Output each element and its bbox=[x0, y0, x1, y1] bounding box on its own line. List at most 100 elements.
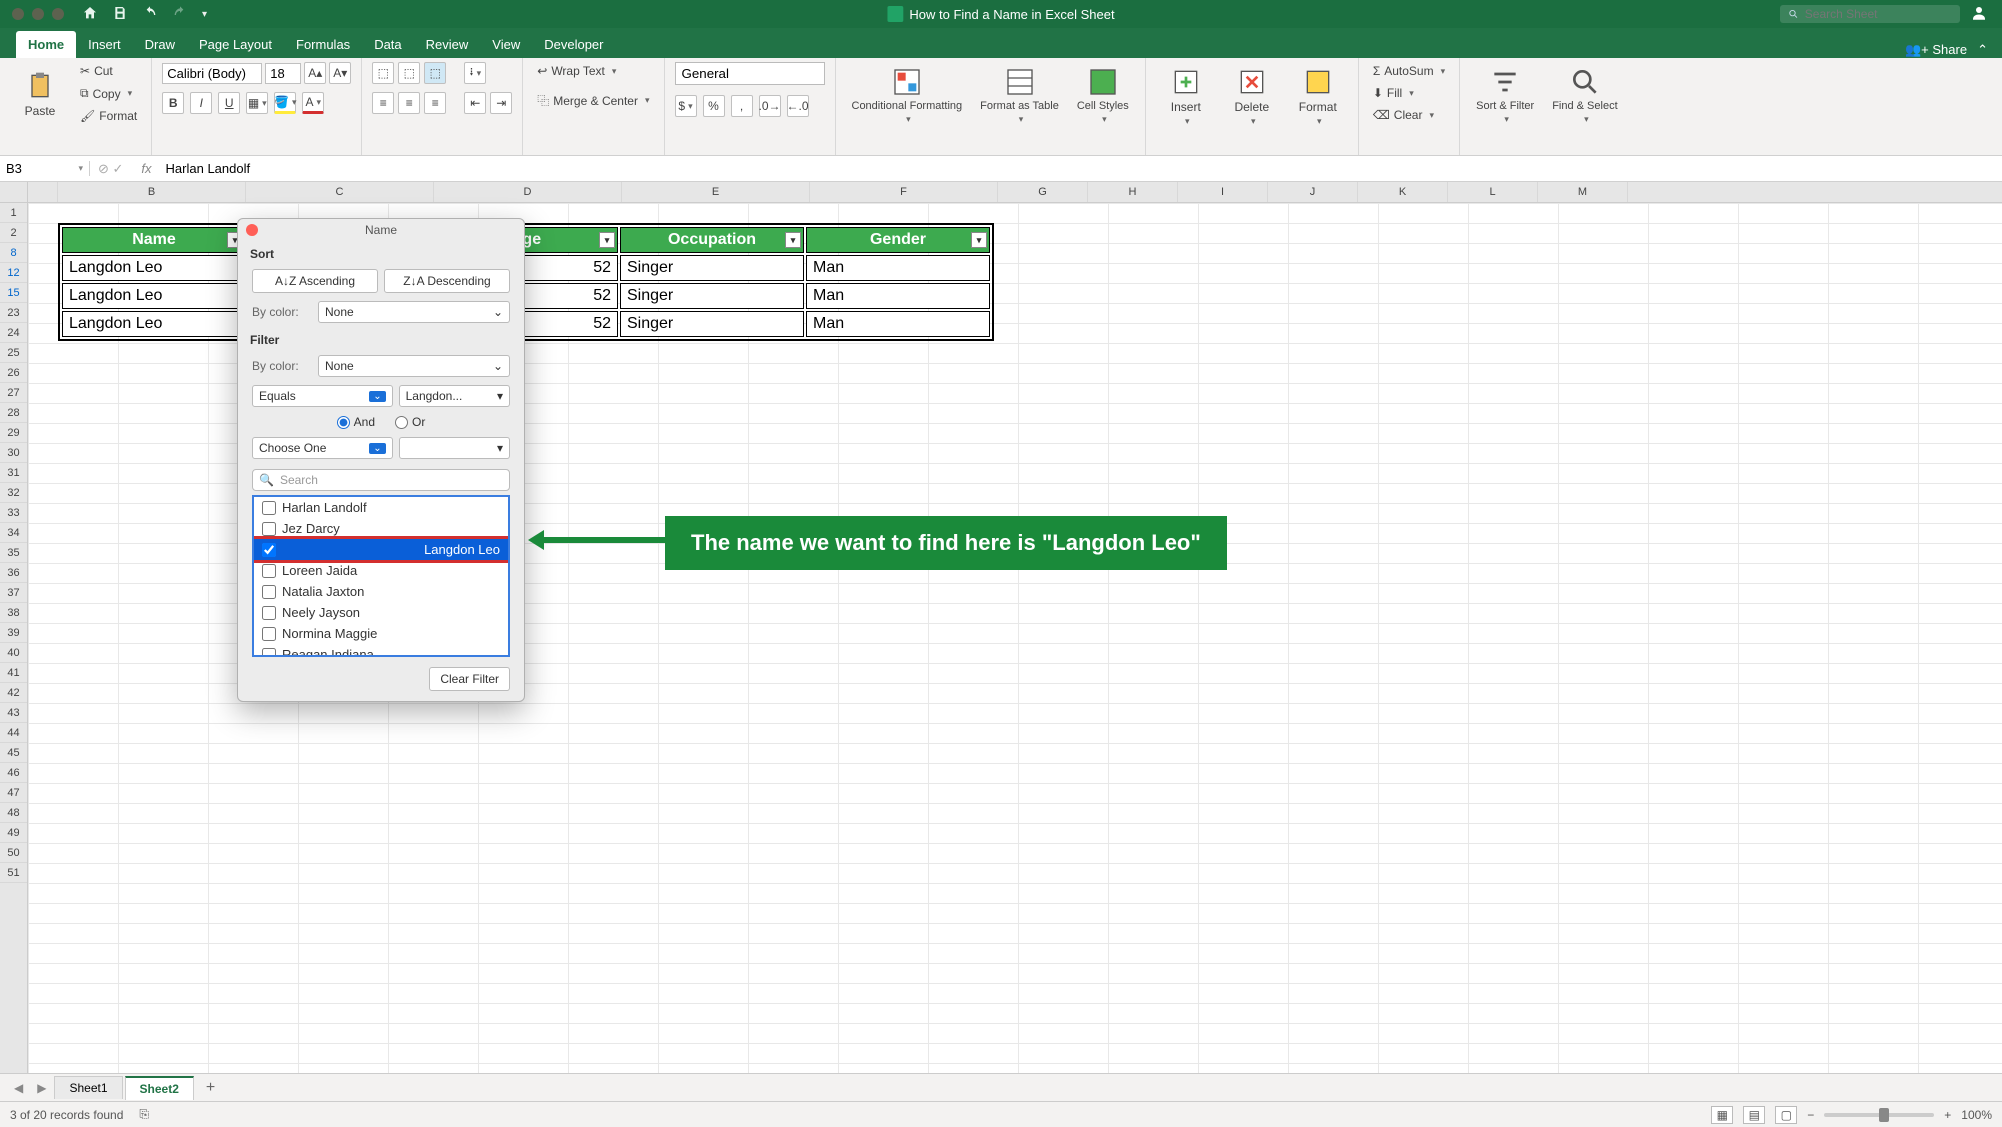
select-all-corner[interactable] bbox=[0, 182, 28, 203]
font-color-button[interactable]: A bbox=[302, 92, 324, 114]
home-icon[interactable] bbox=[82, 5, 98, 24]
filter-item[interactable]: Loreen Jaida bbox=[254, 560, 508, 581]
close-icon[interactable] bbox=[246, 224, 258, 236]
font-size-select[interactable] bbox=[265, 63, 301, 84]
sort-by-color-select[interactable]: None⌄ bbox=[318, 301, 510, 323]
and-radio[interactable]: And bbox=[337, 415, 375, 429]
number-format-select[interactable] bbox=[675, 62, 825, 85]
column-headers[interactable]: BCDEF GHIJKLM bbox=[28, 182, 2002, 203]
align-middle-icon[interactable]: ⬚ bbox=[398, 62, 420, 84]
filter-item[interactable]: Normina Maggie bbox=[254, 623, 508, 644]
tab-draw[interactable]: Draw bbox=[133, 31, 187, 58]
increase-font-icon[interactable]: A▴ bbox=[304, 62, 326, 84]
zoom-out-button[interactable]: − bbox=[1807, 1108, 1814, 1122]
paste-button[interactable]: Paste bbox=[10, 66, 70, 122]
zoom-level[interactable]: 100% bbox=[1961, 1108, 1992, 1122]
border-button[interactable]: ▦ bbox=[246, 92, 268, 114]
filter-item[interactable]: Harlan Landolf bbox=[254, 497, 508, 518]
save-icon[interactable] bbox=[112, 5, 128, 24]
copy-button[interactable]: ⧉Copy bbox=[76, 84, 141, 103]
tab-review[interactable]: Review bbox=[414, 31, 481, 58]
sheet-nav-prev[interactable]: ◀ bbox=[8, 1081, 29, 1095]
indent-increase-icon[interactable]: ⇥ bbox=[490, 92, 512, 114]
filter-item[interactable]: Reagan Indiana bbox=[254, 644, 508, 657]
insert-cells-button[interactable]: Insert bbox=[1156, 62, 1216, 131]
qat-more-icon[interactable]: ▾ bbox=[202, 9, 207, 20]
page-break-view-icon[interactable]: ▢ bbox=[1775, 1106, 1797, 1124]
table-row[interactable]: Langdon Leo52SingerMan bbox=[62, 311, 990, 337]
tab-view[interactable]: View bbox=[480, 31, 532, 58]
increase-decimal-icon[interactable]: .0→ bbox=[759, 95, 781, 117]
decrease-font-icon[interactable]: A▾ bbox=[329, 62, 351, 84]
undo-icon[interactable] bbox=[142, 5, 158, 24]
format-cells-button[interactable]: Format bbox=[1288, 62, 1348, 131]
underline-button[interactable]: U bbox=[218, 92, 240, 114]
zoom-slider[interactable] bbox=[1824, 1113, 1934, 1117]
sheet-nav-next[interactable]: ▶ bbox=[31, 1081, 52, 1095]
filter-button-occupation[interactable]: ▾ bbox=[785, 232, 801, 248]
indent-decrease-icon[interactable]: ⇤ bbox=[464, 92, 486, 114]
filter-button-age[interactable]: ▾ bbox=[599, 232, 615, 248]
tab-data[interactable]: Data bbox=[362, 31, 413, 58]
merge-center-button[interactable]: ⿻Merge & Center bbox=[533, 90, 653, 111]
align-left-icon[interactable]: ≡ bbox=[372, 92, 394, 114]
fx-icon[interactable]: fx bbox=[131, 161, 161, 176]
sort-ascending-button[interactable]: A↓Z Ascending bbox=[252, 269, 378, 293]
zoom-in-button[interactable]: + bbox=[1944, 1108, 1951, 1122]
align-bottom-icon[interactable]: ⬚ bbox=[424, 62, 446, 84]
filter-item[interactable]: Langdon Leo bbox=[252, 536, 510, 563]
comma-button[interactable]: , bbox=[731, 95, 753, 117]
sort-filter-button[interactable]: Sort & Filter bbox=[1470, 62, 1540, 129]
user-icon[interactable] bbox=[1970, 4, 1988, 25]
filter-by-color-select[interactable]: None⌄ bbox=[318, 355, 510, 377]
table-row[interactable]: Langdon Leo52SingerMan bbox=[62, 255, 990, 281]
tab-formulas[interactable]: Formulas bbox=[284, 31, 362, 58]
align-top-icon[interactable]: ⬚ bbox=[372, 62, 394, 84]
filter-value-select[interactable]: Langdon...▾ bbox=[399, 385, 510, 407]
search-sheet[interactable] bbox=[1780, 5, 1960, 23]
format-painter-button[interactable]: 🖌Format bbox=[76, 107, 141, 125]
filter-search[interactable]: 🔍Search bbox=[252, 469, 510, 491]
tab-insert[interactable]: Insert bbox=[76, 31, 133, 58]
currency-button[interactable]: $ bbox=[675, 95, 697, 117]
filter-button-gender[interactable]: ▾ bbox=[971, 232, 987, 248]
page-layout-view-icon[interactable]: ▤ bbox=[1743, 1106, 1765, 1124]
autosum-button[interactable]: ΣAutoSum bbox=[1369, 62, 1449, 80]
add-sheet-button[interactable]: + bbox=[196, 1079, 225, 1097]
tab-home[interactable]: Home bbox=[16, 31, 76, 58]
delete-cells-button[interactable]: Delete bbox=[1222, 62, 1282, 131]
decrease-decimal-icon[interactable]: ←.0 bbox=[787, 95, 809, 117]
filter-value2-select[interactable]: ▾ bbox=[399, 437, 510, 459]
tab-developer[interactable]: Developer bbox=[532, 31, 615, 58]
cell-styles-button[interactable]: Cell Styles bbox=[1071, 62, 1135, 129]
format-as-table-button[interactable]: Format as Table bbox=[974, 62, 1065, 129]
fill-button[interactable]: ⬇Fill bbox=[1369, 84, 1449, 102]
conditional-formatting-button[interactable]: Conditional Formatting bbox=[846, 62, 969, 129]
cut-button[interactable]: ✂Cut bbox=[76, 62, 141, 80]
sort-descending-button[interactable]: Z↓A Descending bbox=[384, 269, 510, 293]
percent-button[interactable]: % bbox=[703, 95, 725, 117]
collapse-ribbon-icon[interactable]: ⌃ bbox=[1977, 42, 1988, 58]
font-name-select[interactable] bbox=[162, 63, 262, 84]
filter-item[interactable]: Neely Jayson bbox=[254, 602, 508, 623]
clear-filter-button[interactable]: Clear Filter bbox=[429, 667, 510, 691]
formula-input[interactable]: Harlan Landolf bbox=[162, 161, 2002, 176]
filter-value-list[interactable]: Harlan Landolf Jez Darcy Langdon Leo Lor… bbox=[252, 495, 510, 657]
orientation-icon[interactable]: ⭭ bbox=[464, 62, 486, 84]
share-button[interactable]: 👥+ Share bbox=[1905, 42, 1967, 58]
fill-color-button[interactable]: 🪣 bbox=[274, 92, 296, 114]
filter-item[interactable]: Natalia Jaxton bbox=[254, 581, 508, 602]
redo-icon[interactable] bbox=[172, 5, 188, 24]
table-row[interactable]: Langdon Leo52SingerMan bbox=[62, 283, 990, 309]
row-headers[interactable]: 1281215232425262728293031323334353637383… bbox=[0, 203, 28, 1073]
align-right-icon[interactable]: ≡ bbox=[424, 92, 446, 114]
filter-condition2-select[interactable]: Choose One⌄ bbox=[252, 437, 393, 459]
bold-button[interactable]: B bbox=[162, 92, 184, 114]
window-controls[interactable] bbox=[0, 8, 64, 20]
clear-button[interactable]: ⌫Clear bbox=[1369, 106, 1449, 124]
italic-button[interactable]: I bbox=[190, 92, 212, 114]
wrap-text-button[interactable]: ↩Wrap Text bbox=[533, 62, 653, 80]
normal-view-icon[interactable]: ▦ bbox=[1711, 1106, 1733, 1124]
align-center-icon[interactable]: ≡ bbox=[398, 92, 420, 114]
search-sheet-input[interactable] bbox=[1805, 7, 1952, 21]
